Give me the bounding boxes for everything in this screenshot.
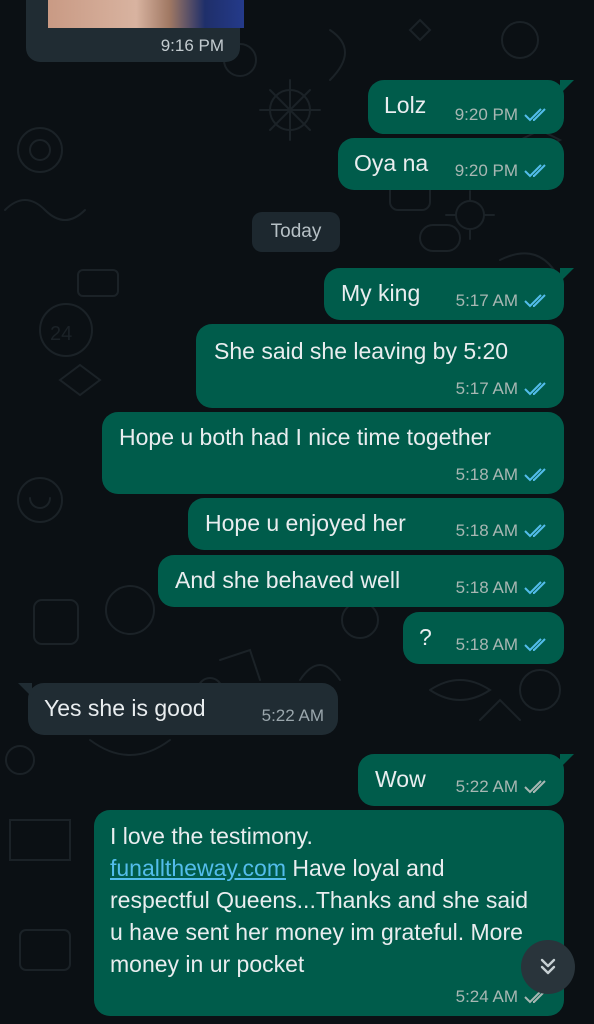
message-link[interactable]: funalltheway.com	[110, 855, 286, 881]
message-time: 5:18 AM	[455, 521, 518, 540]
message-time: 5:18 AM	[455, 635, 518, 654]
read-double-tick-icon	[524, 638, 546, 652]
message-meta: 5:18 AM	[456, 635, 550, 655]
outgoing-message[interactable]: Hope u enjoyed her 5:18 AM	[188, 498, 564, 550]
message-meta: 5:17 AM	[456, 379, 550, 399]
outgoing-message[interactable]: ? 5:18 AM	[403, 612, 564, 664]
double-chevron-down-icon	[540, 958, 556, 975]
outgoing-message[interactable]: Oya na 9:20 PM	[338, 138, 564, 190]
message-text: My king	[341, 280, 421, 306]
message-meta: 5:18 AM	[456, 578, 550, 598]
outgoing-message[interactable]: She said she leaving by 5:20 5:17 AM	[196, 324, 564, 408]
message-text: Oya na	[354, 150, 429, 176]
message-meta: 5:18 AM	[456, 465, 550, 485]
outgoing-message[interactable]: Lolz 9:20 PM	[368, 80, 574, 134]
outgoing-message[interactable]: I love the testimony. funalltheway.com Ha…	[94, 810, 564, 1016]
message-text: Yes she is good	[44, 695, 206, 721]
message-text: And she behaved well	[175, 567, 401, 593]
message-text: Lolz	[384, 92, 427, 118]
message-text: She said she leaving by 5:20	[214, 338, 509, 364]
delivered-double-tick-icon	[524, 780, 546, 794]
message-text: ?	[419, 624, 432, 650]
read-double-tick-icon	[524, 581, 546, 595]
message-time: 9:20 PM	[454, 161, 518, 180]
message-time: 9:16 PM	[160, 36, 224, 55]
message-meta: 5:17 AM	[456, 291, 550, 311]
scroll-to-bottom-button[interactable]	[521, 940, 575, 994]
message-text: Hope u enjoyed her	[205, 510, 406, 536]
message-text-part: I love the testimony.	[110, 823, 313, 849]
message-text: Hope u both had I nice time together	[119, 424, 492, 450]
message-meta: 5:18 AM	[456, 521, 550, 541]
message-time: 5:17 AM	[455, 379, 518, 398]
message-time: 5:18 AM	[455, 465, 518, 484]
read-double-tick-icon	[524, 524, 546, 538]
photo-thumbnail[interactable]	[48, 0, 244, 28]
chat-area[interactable]: 9:16 PM Lolz 9:20 PM Oya na 9:20 PM Toda…	[0, 0, 594, 1024]
message-time: 5:24 AM	[455, 987, 518, 1006]
message-time: 5:22 AM	[455, 777, 518, 796]
message-text: I love the testimony. funalltheway.com Ha…	[110, 820, 530, 980]
read-double-tick-icon	[524, 294, 546, 308]
message-meta: 5:22 AM	[456, 777, 550, 797]
outgoing-message[interactable]: Hope u both had I nice time together 5:1…	[102, 412, 564, 494]
message-meta: 9:20 PM	[455, 161, 550, 181]
outgoing-message[interactable]: Wow 5:22 AM	[358, 754, 574, 806]
message-time: 5:18 AM	[455, 578, 518, 597]
read-double-tick-icon	[524, 164, 546, 178]
read-double-tick-icon	[524, 108, 546, 122]
message-text: Wow	[375, 766, 426, 792]
message-time: 5:22 AM	[261, 706, 324, 725]
message-meta: 5:22 AM	[262, 706, 324, 726]
message-time: 5:17 AM	[455, 291, 518, 310]
image-message[interactable]: 9:16 PM	[26, 0, 244, 62]
date-separator: Today	[252, 212, 340, 252]
message-meta: 9:20 PM	[455, 105, 550, 125]
outgoing-message[interactable]: My king 5:17 AM	[324, 268, 574, 320]
message-time: 9:20 PM	[454, 105, 518, 124]
read-double-tick-icon	[524, 382, 546, 396]
outgoing-message[interactable]: And she behaved well 5:18 AM	[158, 555, 564, 607]
read-double-tick-icon	[524, 468, 546, 482]
incoming-message[interactable]: Yes she is good 5:22 AM	[18, 683, 338, 735]
